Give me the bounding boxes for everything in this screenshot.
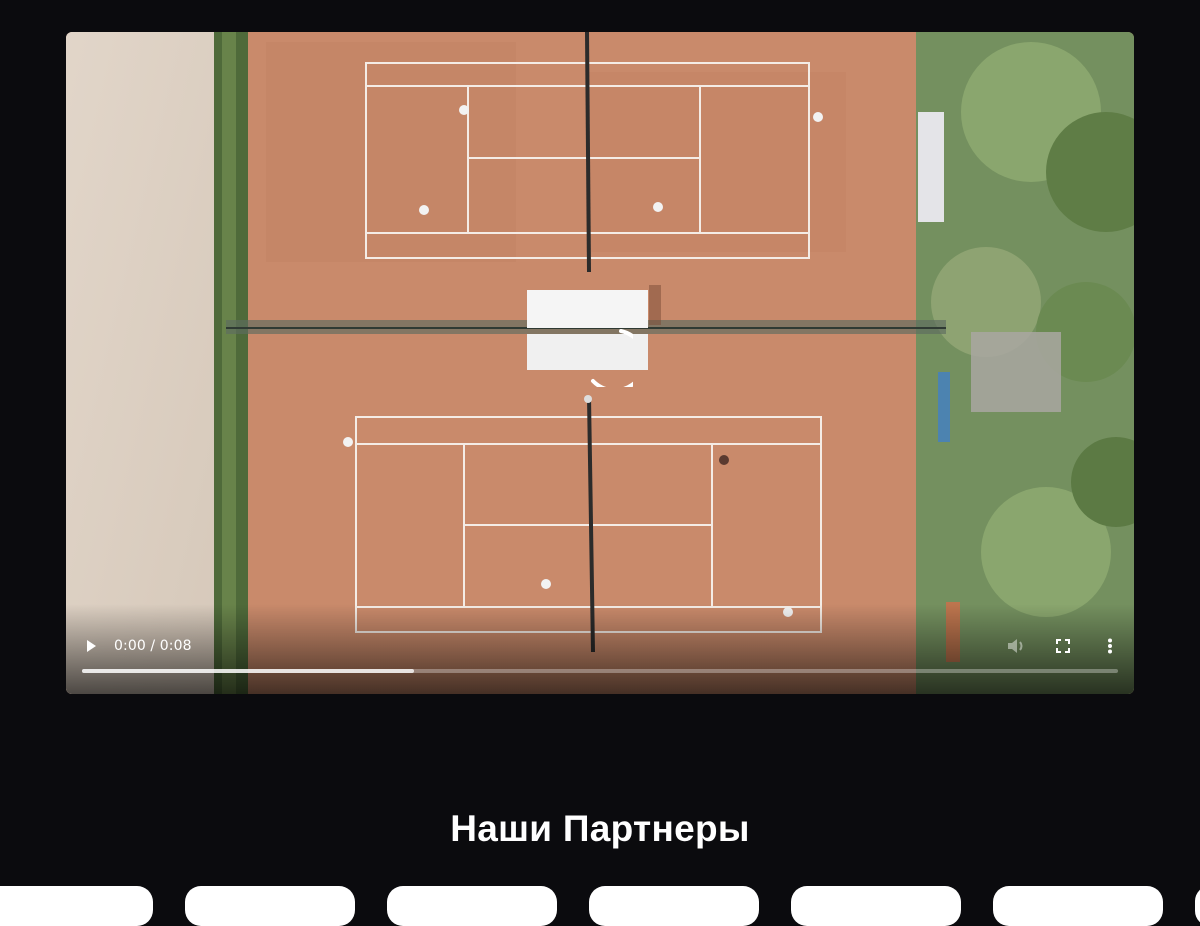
partner-card-7[interactable] — [1195, 886, 1200, 926]
progress-bar[interactable] — [82, 669, 1118, 673]
progress-bar-fill — [82, 669, 414, 673]
partner-card-5[interactable] — [791, 886, 961, 926]
play-icon — [87, 640, 96, 652]
controls-gradient — [66, 604, 1134, 694]
more-options-button[interactable] — [1099, 635, 1121, 657]
more-vert-icon — [1108, 638, 1112, 654]
partner-card-2[interactable] — [185, 886, 355, 926]
volume-button[interactable] — [1004, 635, 1028, 657]
partner-card-3[interactable] — [387, 886, 557, 926]
partners-title: Наши Партнеры — [450, 808, 750, 849]
loading-spinner-icon — [591, 329, 633, 387]
partner-card-4[interactable] — [589, 886, 759, 926]
fullscreen-icon — [1056, 639, 1070, 653]
time-display: 0:00 / 0:08 — [114, 638, 192, 654]
partner-card-1[interactable] — [0, 886, 153, 926]
volume-icon — [1008, 639, 1023, 653]
fullscreen-button[interactable] — [1052, 635, 1074, 657]
video-player[interactable]: 0:00 / 0:08 — [66, 32, 1134, 694]
play-button[interactable] — [80, 635, 102, 657]
partner-card-6[interactable] — [993, 886, 1163, 926]
partners-carousel — [0, 886, 1200, 926]
